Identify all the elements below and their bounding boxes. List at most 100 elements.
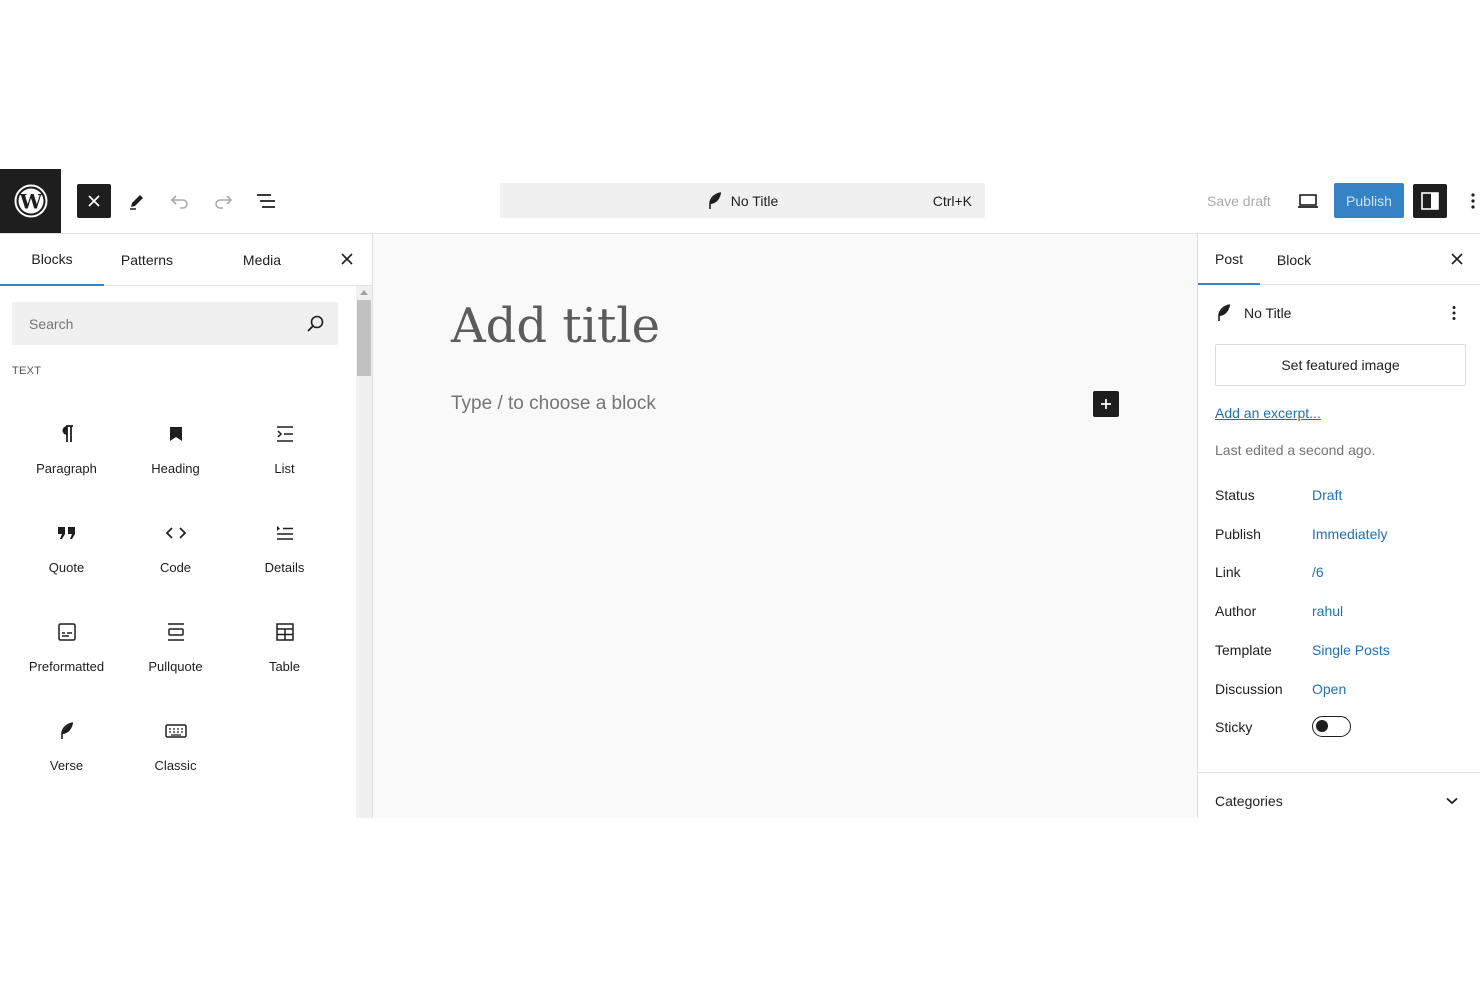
meta-label: Author [1215,603,1257,619]
close-inserter-button[interactable] [77,184,111,218]
author-button[interactable]: rahul [1312,603,1343,619]
list-icon [273,422,297,446]
block-label: Pullquote [148,659,203,674]
tools-button[interactable] [120,184,154,218]
block-item-heading[interactable]: Heading [121,402,230,501]
tab-media[interactable]: Media [218,234,306,286]
keyboard-icon [164,719,188,743]
block-item-quote[interactable]: Quote [12,501,121,600]
preview-button[interactable] [1291,184,1325,218]
meta-row-status: Status Draft [1215,484,1465,506]
sticky-toggle[interactable] [1312,716,1351,737]
add-excerpt-link[interactable]: Add an excerpt... [1215,405,1321,421]
more-vertical-icon [1452,306,1456,320]
editor-canvas: Add title Type / to choose a block [373,234,1197,818]
feather-icon [1218,304,1231,321]
block-inserter-panel: Blocks Patterns Media TEXT Paragraph Hea [0,234,373,818]
code-icon [164,521,188,545]
block-item-verse[interactable]: Verse [12,699,121,798]
preformatted-icon [55,620,79,644]
search-input[interactable] [12,302,302,345]
categories-panel-toggle[interactable]: Categories [1198,773,1480,818]
publish-button[interactable]: Publish [1334,183,1404,218]
more-vertical-icon [1471,193,1475,209]
inserter-tabs: Blocks Patterns Media [0,234,372,286]
close-sidebar-button[interactable] [1444,246,1470,272]
publish-date-button[interactable]: Immediately [1312,526,1387,542]
chevron-down-icon [1442,791,1462,811]
scroll-up-arrow[interactable] [360,290,368,295]
template-button[interactable]: Single Posts [1312,642,1390,658]
options-button[interactable] [1466,184,1480,218]
block-label: Heading [151,461,200,476]
discussion-button[interactable]: Open [1312,681,1346,697]
post-actions-button[interactable] [1442,300,1466,326]
meta-label: Link [1215,564,1241,580]
settings-sidebar: Post Block No Title Set featured image A… [1197,234,1480,818]
block-item-preformatted[interactable]: Preformatted [12,600,121,699]
command-title: No Title [730,192,779,209]
desktop-icon [1298,194,1318,208]
post-title-input[interactable]: Add title [451,298,660,354]
meta-row-link: Link /6 [1215,561,1465,583]
command-palette-bar[interactable]: No Title Ctrl+K [500,183,985,218]
meta-label: Publish [1215,526,1261,542]
save-draft-button[interactable]: Save draft [1207,193,1271,209]
undo-button[interactable] [163,184,197,218]
settings-button[interactable] [1413,184,1447,218]
redo-button[interactable] [206,184,240,218]
add-block-button[interactable] [1093,391,1119,417]
block-item-list[interactable]: List [230,402,339,501]
meta-row-template: Template Single Posts [1215,639,1465,661]
details-icon [273,521,297,545]
meta-row-author: Author rahul [1215,600,1465,622]
close-icon [341,253,353,265]
svg-text:W: W [18,190,42,214]
toggle-knob [1316,720,1328,732]
meta-label: Template [1215,642,1272,658]
permalink-button[interactable]: /6 [1312,564,1324,580]
meta-label: Discussion [1215,681,1283,697]
block-label: Table [268,659,301,674]
wordpress-logo-icon[interactable]: W [0,169,61,233]
tab-blocks[interactable]: Blocks [0,234,104,286]
scrollbar-thumb[interactable] [357,300,371,376]
list-view-icon [257,194,275,208]
meta-row-sticky: Sticky [1215,716,1465,738]
block-item-classic[interactable]: Classic [121,699,230,798]
redo-icon [215,195,233,209]
paragraph-icon [55,422,79,446]
block-appender[interactable]: Type / to choose a block [451,393,656,415]
set-featured-image-button[interactable]: Set featured image [1215,344,1466,386]
inserter-scrollbar[interactable] [356,286,372,818]
search-icon[interactable] [306,314,326,334]
meta-label: Status [1215,487,1255,503]
tab-post[interactable]: Post [1198,234,1260,285]
close-icon [88,195,100,207]
pullquote-icon [164,620,188,644]
block-item-code[interactable]: Code [121,501,230,600]
block-search [12,302,338,345]
status-value-button[interactable]: Draft [1312,487,1342,503]
meta-label: Sticky [1215,719,1253,735]
undo-icon [170,195,188,209]
block-label: Paragraph [36,461,97,476]
sidebar-tabs: Post Block [1198,234,1480,285]
block-label: Verse [49,758,84,773]
document-overview-button[interactable] [249,184,283,218]
block-item-table[interactable]: Table [230,600,339,699]
block-label: Details [264,560,305,575]
block-item-details[interactable]: Details [230,501,339,600]
post-summary-header: No Title [1216,300,1291,326]
sidebar-toggle-icon [1421,192,1439,210]
pencil-icon [130,195,143,210]
category-heading: TEXT [12,365,42,377]
tab-block[interactable]: Block [1260,234,1328,285]
command-shortcut: Ctrl+K [932,193,972,209]
block-item-pullquote[interactable]: Pullquote [121,600,230,699]
close-inserter-panel-button[interactable] [334,246,360,272]
block-label: Preformatted [28,659,105,674]
editor-header: W No Title Ctrl+K Save draft Publish [0,169,1480,234]
block-item-paragraph[interactable]: Paragraph [12,402,121,501]
tab-patterns[interactable]: Patterns [104,234,190,286]
